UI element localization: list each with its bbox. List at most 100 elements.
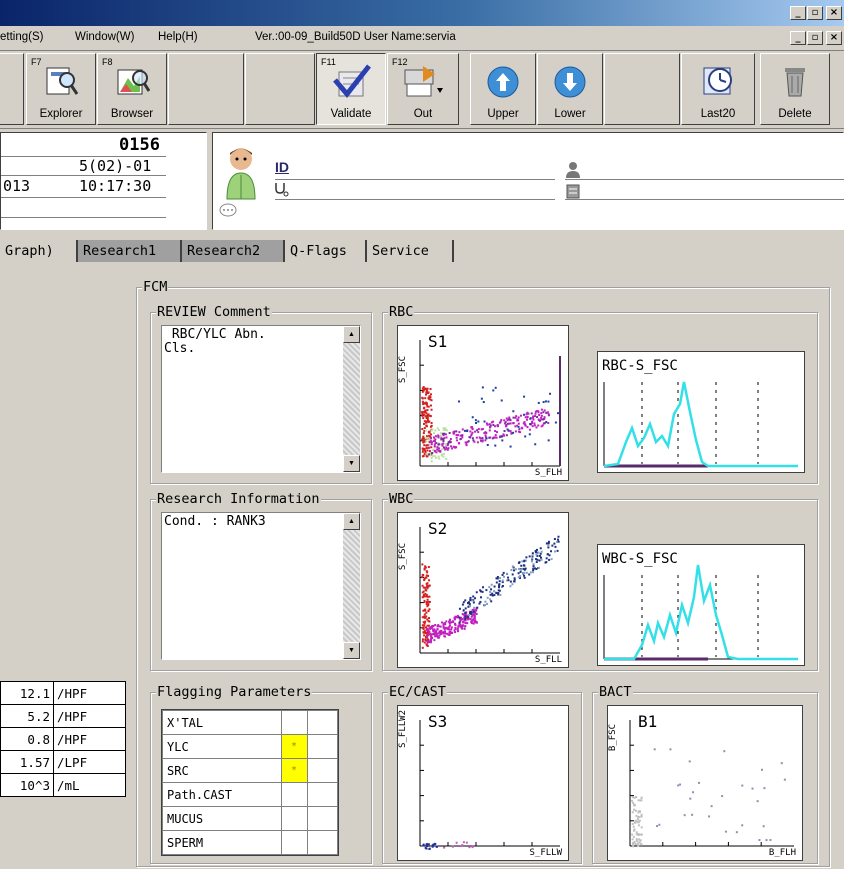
flag-name: MUCUS bbox=[162, 806, 282, 831]
scatter-dot bbox=[490, 600, 493, 603]
scatter-dot bbox=[501, 579, 504, 582]
scatter-dot bbox=[469, 598, 472, 601]
scroll-down-button[interactable]: ▼ bbox=[343, 455, 360, 472]
child-minimize-button[interactable]: _ bbox=[790, 31, 806, 45]
scroll-up-button[interactable]: ▲ bbox=[343, 513, 360, 530]
scatter-dot bbox=[538, 559, 541, 562]
scatter-dot bbox=[422, 609, 425, 612]
flag-spacer bbox=[306, 710, 338, 735]
scatter-dot bbox=[539, 547, 542, 550]
scroll-up-button[interactable]: ▲ bbox=[343, 326, 360, 343]
scatter-dot bbox=[428, 617, 431, 620]
scatter-dot bbox=[505, 417, 508, 420]
scatter-dot bbox=[423, 634, 426, 637]
delete-button[interactable]: Delete bbox=[760, 53, 830, 125]
out-button[interactable]: F12 Out bbox=[387, 53, 459, 125]
lower-button[interactable]: Lower bbox=[537, 53, 603, 125]
scatter-dot bbox=[439, 434, 442, 437]
scatter-dot bbox=[423, 641, 426, 644]
scatter-dot bbox=[433, 443, 436, 446]
menu-help[interactable]: Help(H) bbox=[158, 31, 198, 43]
scatter-dot bbox=[632, 841, 635, 844]
child-restore-button[interactable]: ▫ bbox=[807, 31, 823, 45]
patient-name-field[interactable] bbox=[565, 179, 844, 180]
review-comment-box[interactable]: RBC/YLC Abn. Cls. ▲ ▼ bbox=[161, 325, 361, 473]
scatter-dot bbox=[423, 579, 426, 582]
scatter-dot bbox=[425, 593, 428, 596]
scatter-dot bbox=[534, 410, 537, 413]
scatter-dot bbox=[493, 590, 496, 593]
menu-window[interactable]: Window(W) bbox=[75, 31, 134, 43]
version-label: Ver.:00-09_Build50D User Name:servia bbox=[255, 31, 456, 43]
patient-id-field[interactable] bbox=[275, 179, 555, 180]
child-close-button[interactable]: × bbox=[826, 31, 842, 45]
scatter-dot bbox=[517, 576, 520, 579]
explorer-button[interactable]: F7 Explorer bbox=[26, 53, 96, 125]
scatter-dot bbox=[432, 448, 435, 451]
rbc-histogram-canvas bbox=[603, 381, 798, 468]
scatter-dot bbox=[429, 414, 432, 417]
scatter-dot bbox=[433, 445, 436, 448]
scatter-dot bbox=[517, 561, 520, 564]
tab-research1[interactable]: Research1 bbox=[78, 240, 182, 262]
scatter-dot bbox=[534, 443, 537, 446]
scatter-dot bbox=[434, 455, 437, 458]
scatter-dot bbox=[481, 427, 484, 430]
ward-field[interactable] bbox=[565, 199, 844, 200]
tab-q-flags[interactable]: Q-Flags bbox=[285, 240, 367, 262]
scatter-dot bbox=[547, 540, 550, 543]
browser-button[interactable]: F8 Browser bbox=[97, 53, 167, 125]
scatter-dot bbox=[538, 554, 541, 557]
tab-graph[interactable]: Graph) bbox=[0, 240, 78, 262]
scatter-dot bbox=[526, 426, 529, 429]
scatter-dot bbox=[422, 448, 425, 451]
rbc-scatter-plot: S1 S_FSC S_FLH bbox=[397, 325, 569, 481]
scatter-dot bbox=[548, 558, 551, 561]
scatter-dot bbox=[635, 796, 638, 799]
scatter-dot bbox=[495, 592, 498, 595]
result-row: 1.57/LPF bbox=[0, 750, 126, 774]
minimize-button[interactable]: _ bbox=[790, 6, 806, 20]
scroll-down-button[interactable]: ▼ bbox=[343, 642, 360, 659]
arrow-up-icon bbox=[487, 66, 519, 98]
review-comment-text: RBC/YLC Abn. Cls. bbox=[164, 327, 266, 356]
ec-cast-title: EC/CAST bbox=[388, 684, 447, 700]
tab-research2[interactable]: Research2 bbox=[182, 240, 285, 262]
wbc-scatter-canvas bbox=[419, 527, 560, 654]
scatter-dot bbox=[526, 416, 529, 419]
toolbar-blank-1[interactable] bbox=[168, 53, 244, 125]
scatter-dot bbox=[508, 416, 511, 419]
scatter-dot bbox=[479, 437, 482, 440]
last20-button[interactable]: Last20 bbox=[681, 53, 755, 125]
restore-button[interactable]: ▫ bbox=[807, 6, 823, 20]
toolbar-button-partial[interactable] bbox=[0, 53, 24, 125]
research-info-group: Research Information Cond. : RANK3 ▲ ▼ bbox=[150, 491, 372, 671]
flag-marker bbox=[280, 806, 308, 831]
scatter-dot bbox=[432, 632, 435, 635]
toolbar-blank-3[interactable] bbox=[604, 53, 680, 125]
scatter-dot bbox=[421, 591, 424, 594]
scatter-dot bbox=[529, 417, 532, 420]
doctor-field[interactable] bbox=[275, 199, 555, 200]
scatter-dot bbox=[428, 595, 431, 598]
scatter-dot bbox=[425, 611, 428, 614]
research-info-box[interactable]: Cond. : RANK3 ▲ ▼ bbox=[161, 512, 361, 660]
scatter-dot bbox=[424, 620, 427, 623]
scatter-dot bbox=[476, 429, 479, 432]
scatter-dot bbox=[545, 412, 548, 415]
close-button[interactable]: × bbox=[826, 6, 842, 20]
menu-setting[interactable]: etting(S) bbox=[0, 31, 43, 43]
toolbar-blank-2[interactable] bbox=[245, 53, 315, 125]
scatter-dot bbox=[438, 449, 441, 452]
upper-button[interactable]: Upper bbox=[470, 53, 536, 125]
research-scrollbar[interactable]: ▲ ▼ bbox=[343, 513, 360, 659]
scatter-dot bbox=[428, 420, 431, 423]
scatter-dot bbox=[474, 421, 477, 424]
scatter-dot bbox=[735, 831, 738, 834]
scatter-dot bbox=[425, 440, 428, 443]
scatter-dot bbox=[437, 429, 440, 432]
review-scrollbar[interactable]: ▲ ▼ bbox=[343, 326, 360, 472]
tab-service[interactable]: Service bbox=[367, 240, 454, 262]
scatter-dot bbox=[425, 424, 428, 427]
validate-button[interactable]: F11 Validate bbox=[316, 53, 386, 125]
